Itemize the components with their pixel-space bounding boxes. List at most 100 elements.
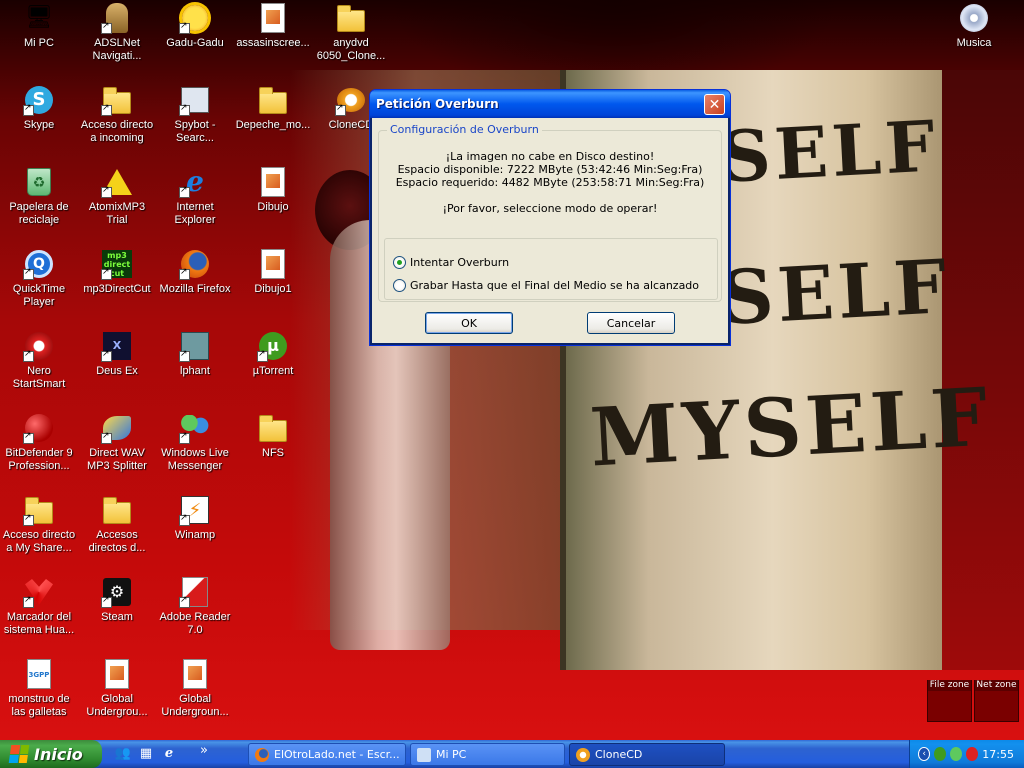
desktop-icon-atomix[interactable]: AtomixMP3 Trial (78, 166, 156, 227)
desktop-icon-incoming[interactable]: Acceso directo a incoming (78, 84, 156, 145)
desktop-icon-label: Winamp (174, 529, 216, 541)
quicktime-icon: Q (23, 248, 55, 280)
desktop-icon-label: Global Undergroun... (161, 693, 229, 718)
desktop-icon-nfs[interactable]: NFS (234, 412, 312, 460)
bitdefender-icon (23, 412, 55, 444)
task-button-clonecd[interactable]: CloneCD (569, 743, 725, 766)
desktop-icon-label: Musica (956, 37, 992, 49)
desktop-icon-mp3directcut[interactable]: mp3directcut mp3DirectCut (78, 248, 156, 296)
overburn-config-group: Configuración de Overburn ¡La imagen no … (378, 123, 722, 302)
desktop-icon-gadu-gadu[interactable]: Gadu-Gadu (156, 2, 234, 50)
desktop-icon-nero[interactable]: Nero StartSmart (0, 330, 78, 391)
task-label: CloneCD (595, 748, 643, 761)
desktop-icon-steam[interactable]: ⚙ Steam (78, 576, 156, 624)
antivirus-tray-icon[interactable] (966, 747, 979, 761)
dialog-title: Petición Overburn (376, 97, 499, 111)
radio-unselected-icon[interactable] (393, 279, 406, 292)
desktop-icon-label: mp3DirectCut (83, 283, 151, 295)
folder-icon (101, 494, 133, 526)
available-space-text: Espacio disponible: 7222 MByte (53:42:46… (397, 163, 703, 176)
task-button-elotrolado[interactable]: ElOtroLado.net - Escr... (248, 743, 406, 766)
desktop-icon-label: Mozilla Firefox (159, 283, 231, 295)
desktop-icon-label: Windows Live Messenger (161, 447, 229, 472)
desktop-icon-quicktime[interactable]: Q QuickTime Player (0, 248, 78, 309)
desktop-icon-internet-explorer[interactable]: e Internet Explorer (156, 166, 234, 227)
quicklaunch-messenger-icon[interactable]: 👥 (114, 745, 132, 763)
clonecd-icon (576, 747, 590, 762)
desktop-icon-deus-ex[interactable]: X Deus Ex (78, 330, 156, 378)
desktop-icon-mi-pc[interactable]: 🖥 Mi PC (0, 2, 78, 50)
net-zone-label: Net zone (975, 680, 1018, 691)
desktop-icon-bitdefender[interactable]: BitDefender 9 Profession... (0, 412, 78, 473)
desktop-icon-utorrent[interactable]: µ µTorrent (234, 330, 312, 378)
radio-selected-icon[interactable] (393, 256, 406, 269)
desktop-icon-papelera[interactable]: ♻ Papelera de reciclaje (0, 166, 78, 227)
desktop-icon-dibujo[interactable]: Dibujo (234, 166, 312, 214)
desktop-icon-dibujo1[interactable]: Dibujo1 (234, 248, 312, 296)
desktop-icon-label: anydvd 6050_Clone... (316, 37, 386, 62)
tray-expand-icon[interactable]: ‹ (918, 747, 931, 761)
desktop-icon-anydvd[interactable]: anydvd 6050_Clone... (312, 2, 390, 63)
winamp-icon: ⚡ (179, 494, 211, 526)
desktop-icon-musica[interactable]: Musica (935, 2, 1013, 50)
desktop-icon-my-share[interactable]: Acceso directo a My Share... (0, 494, 78, 555)
desktop-icon-label: µTorrent (252, 365, 294, 377)
ie-icon: e (179, 166, 211, 198)
desktop-icon-label: Acceso directo a My Share... (2, 529, 76, 554)
folder-icon (257, 84, 289, 116)
dialog-titlebar[interactable]: Petición Overburn (370, 90, 730, 118)
desktop-icon-label: Global Undergrou... (86, 693, 148, 718)
desktop-icon-firefox[interactable]: Mozilla Firefox (156, 248, 234, 296)
windows-logo-icon (8, 745, 30, 763)
desktop-icon-wav-splitter[interactable]: Direct WAV MP3 Splitter (78, 412, 156, 473)
network-monitor: File zone Net zone (927, 680, 1019, 722)
desktop-icon-huawei[interactable]: Marcador del sistema Hua... (0, 576, 78, 637)
desktop-icon-label: Acceso directo a incoming (80, 119, 154, 144)
messenger-icon (179, 412, 211, 444)
radio-label: Grabar Hasta que el Final del Medio se h… (410, 279, 700, 292)
image-file-icon (257, 166, 289, 198)
desktop-icon-label: monstruo de las galletas (8, 693, 70, 718)
close-button[interactable]: ✕ (704, 94, 725, 115)
radio-intentar-overburn[interactable]: Intentar Overburn (393, 256, 509, 269)
desktop-icon-label: ADSLNet Navigati... (92, 37, 142, 62)
ok-button[interactable]: OK (425, 312, 513, 334)
desktop-icon-accesos-directos[interactable]: Accesos directos d... (78, 494, 156, 555)
desktop-icon-monstruo[interactable]: 3GPP monstruo de las galletas (0, 658, 78, 719)
clock[interactable]: 17:55 (982, 748, 1014, 761)
desktop-icon-adslnet[interactable]: ADSLNet Navigati... (78, 2, 156, 63)
deus-ex-icon: X (101, 330, 133, 362)
desktop-icon-label: Direct WAV MP3 Splitter (87, 447, 147, 472)
desktop-icon-spybot[interactable]: Spybot - Searc... (156, 84, 234, 145)
start-button[interactable]: Inicio (0, 740, 102, 768)
group-title: Configuración de Overburn (387, 123, 542, 136)
desktop-icon-messenger[interactable]: Windows Live Messenger (156, 412, 234, 473)
quicklaunch-overflow-icon[interactable]: » (195, 742, 213, 760)
quicklaunch-desktop-icon[interactable]: ▦ (137, 745, 155, 763)
desktop-icon-global-underground-2[interactable]: Global Undergroun... (156, 658, 234, 719)
desktop-icon-adobe-reader[interactable]: Adobe Reader 7.0 (156, 576, 234, 637)
music-cd-icon (958, 2, 990, 34)
radio-grabar-hasta-final[interactable]: Grabar Hasta que el Final del Medio se h… (393, 279, 699, 292)
document-icon (179, 658, 211, 690)
desktop-icon-global-underground-1[interactable]: Global Undergrou... (78, 658, 156, 719)
desktop-icon-winamp[interactable]: ⚡ Winamp (156, 494, 234, 542)
clonecd-icon (335, 84, 367, 116)
desktop-icon-depeche[interactable]: Depeche_mo... (234, 84, 312, 132)
overburn-dialog: Petición Overburn ✕ Configuración de Ove… (369, 89, 731, 346)
cancel-button[interactable]: Cancelar (587, 312, 675, 334)
quicklaunch-ie-icon[interactable]: e (160, 745, 178, 763)
dialog-body: Configuración de Overburn ¡La imagen no … (373, 118, 727, 342)
desktop-icon-lphant[interactable]: lphant (156, 330, 234, 378)
huawei-icon (23, 576, 55, 608)
task-label: ElOtroLado.net - Escr... (274, 748, 400, 761)
messenger-tray-icon[interactable] (950, 747, 963, 761)
nero-icon (23, 330, 55, 362)
gadu-gadu-icon (179, 2, 211, 34)
file-zone-label: File zone (928, 680, 971, 691)
utorrent-tray-icon[interactable] (934, 747, 947, 761)
desktop-icon-assasin[interactable]: assasinscree... (234, 2, 312, 50)
task-button-mi-pc[interactable]: Mi PC (410, 743, 565, 766)
taskbar: Inicio 👥 ▦ e » ElOtroLado.net - Escr... … (0, 740, 1024, 768)
desktop-icon-skype[interactable]: S Skype (0, 84, 78, 132)
